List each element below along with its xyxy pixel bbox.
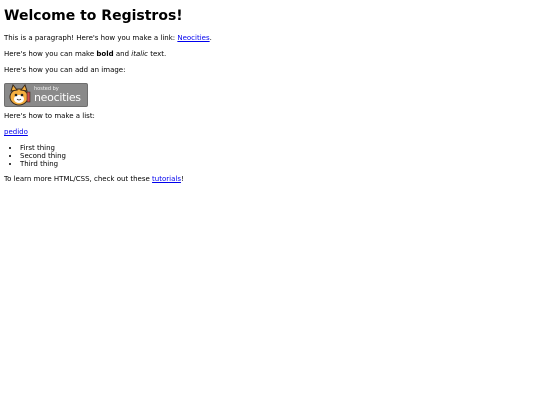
pedido-link[interactable]: pedido [4,128,28,136]
italic-text: italic [131,50,148,58]
neocities-link[interactable]: Neocities [177,34,209,42]
list-item: Third thing [20,160,536,168]
format-end: text. [147,50,167,58]
format-mid: and [113,50,132,58]
paragraph-image: Here's how you can add an image: [4,66,126,74]
format-pre: Here's how you can make [4,50,97,58]
tutorials-end: ! [180,175,184,183]
list-item: Second thing [20,152,536,160]
paragraph-link: This is a paragraph! Here's how you make… [4,34,536,43]
page-title: Welcome to Registros! [4,8,183,24]
list-item: First thing [20,144,536,152]
badge-hosted-label: hosted by [34,86,59,92]
neocities-badge-image: hosted by neocities [4,83,88,107]
badge-brand-label: neocities [34,91,81,104]
tutorials-link[interactable]: tutorials [152,175,181,183]
things-list: First thing Second thing Third thing [4,144,536,168]
pedido-paragraph: pedido [4,128,536,137]
paragraph-text: This is a paragraph! Here's how you make… [4,34,178,42]
paragraph-end: . [209,34,212,42]
badge-text: hosted by neocities [34,86,81,104]
paragraph-tutorials: To learn more HTML/CSS, check out these … [4,175,536,184]
tutorials-text: To learn more HTML/CSS, check out these [4,175,153,183]
paragraph-list: Here's how to make a list: [4,112,95,120]
neocities-cat-icon [9,84,31,106]
page-content: Welcome to Registros! This is a paragrap… [0,0,540,199]
paragraph-format: Here's how you can make bold and italic … [4,50,536,59]
bold-text: bold [96,50,114,58]
